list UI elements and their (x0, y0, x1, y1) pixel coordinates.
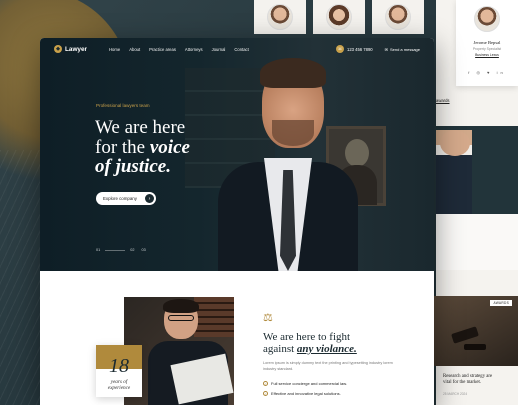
check-item-label: Full service concierge and commercial la… (271, 381, 348, 386)
explore-company-button[interactable]: Explore company › (96, 192, 156, 205)
awards-link[interactable]: awards (436, 98, 450, 103)
hero-slider-pagination[interactable]: 01 02 03 (96, 248, 146, 252)
slider-progress (105, 249, 126, 251)
social-icons[interactable]: f ◎ ♥ in (456, 70, 518, 75)
hero-eyebrow: Professional lawyers team (96, 103, 150, 108)
team-card[interactable] (313, 0, 365, 34)
light-panel (436, 214, 518, 270)
helmet-icon: ◆ (54, 45, 62, 53)
send-message-link[interactable]: ✉ Send a message (385, 47, 420, 52)
phone-icon: ☏ (335, 45, 344, 53)
logo-text: Lawyer (65, 45, 88, 53)
hero-lawyer-photo (218, 58, 358, 271)
glasses (168, 315, 194, 321)
nav-item-about[interactable]: About (129, 47, 140, 52)
about-section: 18 years of experience ⚖ We are here to … (40, 271, 434, 405)
avatar (267, 4, 293, 30)
hero-heading-line1: We are here (95, 117, 186, 138)
hero-heading-line3: of justice. (95, 157, 190, 177)
article-date: 25 MARCH 2024 (443, 392, 468, 396)
main-page-window: ◆ Lawyer Home About Practice areas Attor… (40, 38, 434, 405)
nav-menu: Home About Practice areas Attorneys Jour… (109, 47, 258, 52)
article-caption-line2: vital for the market. (443, 380, 482, 385)
team-card[interactable] (372, 0, 424, 34)
check-item-label: Effective and innovative legal solutions… (271, 391, 341, 396)
team-card[interactable] (254, 0, 306, 34)
experience-badge: 18 years of experience (96, 345, 142, 397)
phone-number: 123 456 7890 (346, 46, 373, 52)
books-decoration (194, 297, 234, 337)
experience-number: 18 (109, 355, 129, 377)
check-icon: ✓ (263, 391, 268, 396)
article-caption[interactable]: Research and strategy are vital for the … (443, 374, 492, 386)
explore-company-label: Explore company (103, 196, 137, 201)
attorney-photo-panel (436, 126, 518, 214)
hero-section: ◆ Lawyer Home About Practice areas Attor… (40, 38, 434, 271)
hero-heading: We are here for the voice of justice. (95, 118, 190, 177)
about-heading-line2-plain: against (263, 343, 297, 355)
experience-label: experience (107, 385, 131, 391)
send-message-label: Send a message (389, 46, 420, 52)
avatar (326, 4, 352, 30)
hero-heading-line2-plain: for the (95, 136, 150, 158)
about-heading: We are here to fight against any violanc… (263, 331, 357, 355)
profile-name: Jerome Bepsal (473, 40, 501, 45)
avatar (385, 4, 411, 30)
slide-last[interactable]: 03 (141, 248, 145, 252)
hair (260, 58, 326, 88)
nav-item-attorneys[interactable]: Attorneys (185, 47, 203, 52)
scales-icon: ⚖ (263, 312, 273, 324)
about-heading-line2: against any violance. (263, 343, 357, 355)
gavel-icon (451, 326, 479, 344)
mail-icon: ✉ (384, 46, 388, 52)
beard (272, 120, 314, 146)
check-icon: ✓ (263, 381, 268, 386)
slide-current[interactable]: 01 (96, 248, 100, 252)
nav-item-practice-areas[interactable]: Practice areas (149, 47, 176, 52)
gavel-block (464, 344, 486, 350)
slide-next[interactable]: 02 (130, 248, 134, 252)
arrow-right-icon: › (145, 194, 154, 203)
hero-heading-line2: for the voice (95, 136, 190, 158)
top-navbar: ◆ Lawyer Home About Practice areas Attor… (40, 38, 434, 60)
about-heading-emphasis: any violance. (296, 343, 357, 355)
phone-link[interactable]: ☏ 123 456 7890 (335, 45, 373, 53)
nav-item-contact[interactable]: Contact (234, 47, 248, 52)
avatar (474, 6, 500, 32)
profile-card[interactable]: Jerome Bepsal Property Specialist Busine… (456, 0, 518, 86)
nav-item-home[interactable]: Home (109, 47, 120, 52)
logo[interactable]: ◆ Lawyer (54, 45, 87, 53)
hero-heading-emphasis: of justice. (95, 156, 171, 177)
about-heading-line1: We are here to fight (263, 331, 351, 343)
nav-item-journal[interactable]: Journal (212, 47, 226, 52)
category-tag[interactable]: AWARDS (490, 300, 512, 306)
check-item: ✓ Full service concierge and commercial … (263, 381, 347, 386)
about-paragraph: Lorem ipsum is simply dummy text the pri… (263, 361, 393, 371)
hero-heading-emphasis: voice (149, 136, 190, 158)
profile-company-link[interactable]: Business Lexus (456, 53, 518, 57)
profile-role: Property Specialist (472, 47, 502, 51)
hair (163, 299, 199, 313)
attorney-head (440, 130, 470, 156)
gavel-image: AWARDS (434, 296, 518, 366)
check-item: ✓ Effective and innovative legal solutio… (263, 391, 341, 396)
